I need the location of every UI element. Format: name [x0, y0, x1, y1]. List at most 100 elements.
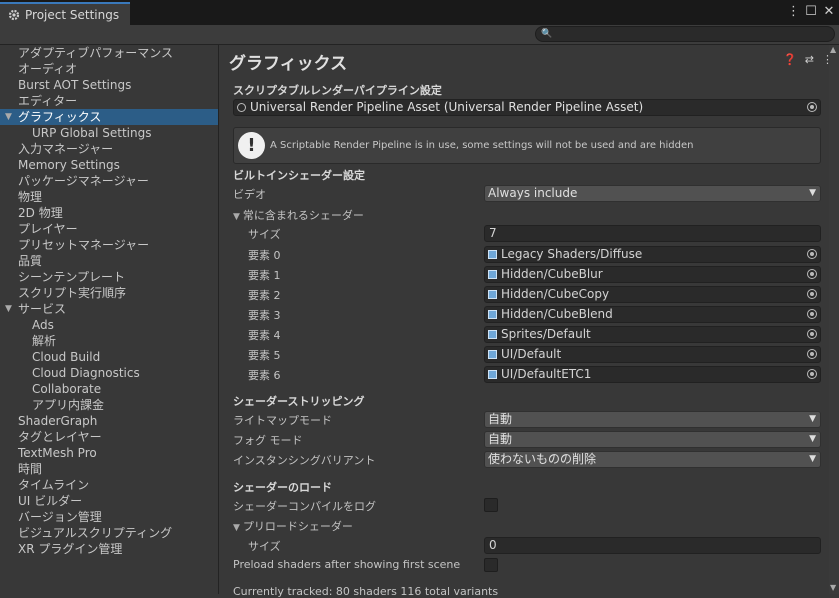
- srp-asset-field[interactable]: Universal Render Pipeline Asset (Univers…: [233, 99, 821, 116]
- sidebar-item-label: 2D 物理: [18, 206, 63, 220]
- instancing-dropdown[interactable]: 使わないものの削除 ▼: [484, 451, 821, 468]
- sidebar-item[interactable]: URP Global Settings: [0, 125, 218, 141]
- sidebar-item[interactable]: Cloud Build: [0, 349, 218, 365]
- preload-after-checkbox[interactable]: [484, 558, 498, 572]
- builtin-section-header: ビルトインシェーダー設定: [233, 169, 365, 182]
- sidebar-item[interactable]: Memory Settings: [0, 157, 218, 173]
- sidebar-item-label: URP Global Settings: [32, 126, 152, 140]
- maximize-icon[interactable]: ☐: [805, 4, 817, 20]
- shader-icon: [488, 350, 497, 359]
- object-picker-icon[interactable]: [807, 349, 817, 359]
- object-picker-icon[interactable]: [807, 369, 817, 379]
- asset-icon: [237, 103, 246, 112]
- object-picker-icon[interactable]: [807, 289, 817, 299]
- sidebar-item[interactable]: Cloud Diagnostics: [0, 365, 218, 381]
- preload-size-label: サイズ: [248, 540, 281, 553]
- sidebar-item-label: 品質: [18, 254, 43, 268]
- shader-object-field[interactable]: Legacy Shaders/Diffuse: [484, 246, 821, 263]
- object-picker-icon[interactable]: [807, 269, 817, 279]
- sidebar-item[interactable]: シーンテンプレート: [0, 269, 218, 285]
- object-picker-icon[interactable]: [807, 102, 817, 112]
- sidebar-item[interactable]: 解析: [0, 333, 218, 349]
- sidebar-item[interactable]: 入力マネージャー: [0, 141, 218, 157]
- sidebar-item[interactable]: ▼ グラフィックス: [0, 109, 218, 125]
- sidebar-item[interactable]: 時間: [0, 461, 218, 477]
- sidebar-item-label: TextMesh Pro: [18, 446, 97, 460]
- warning-icon: !: [238, 132, 265, 159]
- shader-object-field[interactable]: UI/DefaultETC1: [484, 366, 821, 383]
- menu-icon[interactable]: ⋮: [787, 4, 800, 20]
- shader-value: Hidden/CubeBlur: [501, 267, 603, 281]
- sidebar-item[interactable]: UI ビルダー: [0, 493, 218, 509]
- sidebar-item-label: 入力マネージャー: [18, 142, 114, 156]
- foldout-arrow-icon[interactable]: ▼: [5, 301, 12, 317]
- preset-icon[interactable]: ⇄: [805, 53, 814, 66]
- vertical-scrollbar[interactable]: ▲ ▼: [829, 45, 839, 594]
- instancing-label: インスタンシングバリアント: [233, 454, 376, 467]
- close-icon[interactable]: ✕: [823, 4, 835, 20]
- scroll-down-icon[interactable]: ▼: [830, 583, 836, 592]
- shader-object-field[interactable]: Hidden/CubeCopy: [484, 286, 821, 303]
- window-tab[interactable]: Project Settings: [0, 2, 130, 25]
- foldout-arrow-icon: ▼: [233, 523, 240, 533]
- sidebar-item[interactable]: バージョン管理: [0, 509, 218, 525]
- sidebar-item[interactable]: 品質: [0, 253, 218, 269]
- sidebar-item[interactable]: スクリプト実行順序: [0, 285, 218, 301]
- sidebar-item[interactable]: アダプティブパフォーマンス: [0, 45, 218, 61]
- fog-value: 自動: [488, 432, 513, 446]
- always-included-foldout[interactable]: ▼ 常に含まれるシェーダー: [233, 207, 364, 223]
- help-icon[interactable]: ❓: [783, 53, 797, 66]
- preload-foldout[interactable]: ▼ プリロードシェーダー: [233, 518, 353, 534]
- sidebar-item[interactable]: TextMesh Pro: [0, 445, 218, 461]
- shader-icon: [488, 370, 497, 379]
- sidebar-item[interactable]: タグとレイヤー: [0, 429, 218, 445]
- sidebar-item-label: XR プラグイン管理: [18, 542, 123, 556]
- sidebar-item[interactable]: 2D 物理: [0, 205, 218, 221]
- scroll-up-icon[interactable]: ▲: [830, 45, 836, 54]
- sidebar-item[interactable]: エディター: [0, 93, 218, 109]
- sidebar-item[interactable]: XR プラグイン管理: [0, 541, 218, 557]
- shader-value: Hidden/CubeCopy: [501, 287, 610, 301]
- sidebar-item[interactable]: タイムライン: [0, 477, 218, 493]
- sidebar-item[interactable]: Burst AOT Settings: [0, 77, 218, 93]
- shader-object-field[interactable]: Sprites/Default: [484, 326, 821, 343]
- foldout-arrow-icon[interactable]: ▼: [5, 109, 12, 125]
- sidebar-item-label: エディター: [18, 94, 78, 108]
- video-value: Always include: [488, 186, 578, 200]
- shader-icon: [488, 330, 497, 339]
- fog-dropdown[interactable]: 自動 ▼: [484, 431, 821, 448]
- element-label: 要素 6: [248, 369, 281, 382]
- object-picker-icon[interactable]: [807, 249, 817, 259]
- object-picker-icon[interactable]: [807, 329, 817, 339]
- size-field[interactable]: 7: [484, 225, 821, 242]
- sidebar-item[interactable]: ShaderGraph: [0, 413, 218, 429]
- shader-object-field[interactable]: Hidden/CubeBlur: [484, 266, 821, 283]
- sidebar-item[interactable]: オーディオ: [0, 61, 218, 77]
- sidebar-item[interactable]: プレイヤー: [0, 221, 218, 237]
- sidebar-item-label: プレイヤー: [18, 222, 78, 236]
- shader-object-field[interactable]: UI/Default: [484, 346, 821, 363]
- chevron-down-icon: ▼: [809, 434, 816, 444]
- video-label: ビデオ: [233, 188, 266, 201]
- element-label: 要素 3: [248, 309, 281, 322]
- search-icon: 🔍: [541, 29, 553, 39]
- shader-object-field[interactable]: Hidden/CubeBlend: [484, 306, 821, 323]
- search-input[interactable]: 🔍: [535, 26, 835, 42]
- sidebar-item[interactable]: アプリ内課金: [0, 397, 218, 413]
- sidebar-item-label: アダプティブパフォーマンス: [18, 46, 174, 60]
- sidebar-item[interactable]: 物理: [0, 189, 218, 205]
- sidebar-item-label: 物理: [18, 190, 43, 204]
- sidebar-item[interactable]: ▼ サービス: [0, 301, 218, 317]
- lightmap-dropdown[interactable]: 自動 ▼: [484, 411, 821, 428]
- preload-size-field[interactable]: 0: [484, 537, 821, 554]
- sidebar-item[interactable]: Ads: [0, 317, 218, 333]
- object-picker-icon[interactable]: [807, 309, 817, 319]
- sidebar-item[interactable]: ビジュアルスクリプティング: [0, 525, 218, 541]
- sidebar-item[interactable]: Collaborate: [0, 381, 218, 397]
- sidebar-item[interactable]: パッケージマネージャー: [0, 173, 218, 189]
- help-message: A Scriptable Render Pipeline is in use, …: [270, 140, 694, 151]
- size-label: サイズ: [248, 228, 281, 241]
- log-compile-checkbox[interactable]: [484, 498, 498, 512]
- sidebar-item[interactable]: プリセットマネージャー: [0, 237, 218, 253]
- video-dropdown[interactable]: Always include ▼: [484, 185, 821, 202]
